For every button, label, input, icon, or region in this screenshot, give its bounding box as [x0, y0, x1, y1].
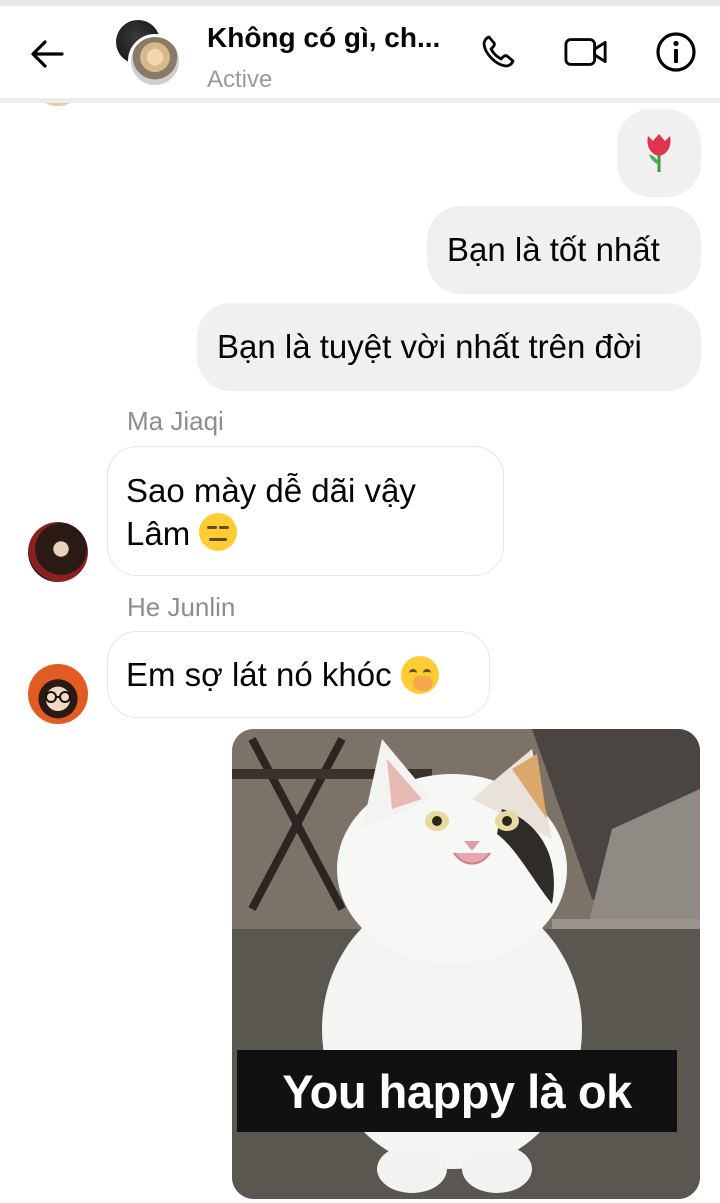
message-text: Bạn là tuyệt vời nhất trên đời	[217, 328, 642, 365]
phone-icon	[482, 35, 515, 68]
sender-name: He Junlin	[127, 592, 236, 622]
message-bubble-out[interactable]: Bạn là tuyệt vời nhất trên đời	[197, 303, 701, 391]
glasses-icon	[45, 691, 71, 703]
sender-avatar[interactable]	[28, 664, 88, 724]
back-button[interactable]	[22, 32, 72, 76]
group-avatar[interactable]	[116, 20, 182, 88]
message-bubble-emoji[interactable]	[617, 109, 701, 197]
active-status: Active	[207, 66, 273, 93]
video-call-button[interactable]	[564, 30, 608, 74]
chat-header: Không có gì, ch... Active	[0, 6, 720, 103]
sender-name: Ma Jiaqi	[127, 406, 224, 436]
info-icon	[656, 32, 696, 72]
message-text: Em sợ lát nó khóc	[126, 656, 392, 693]
info-button[interactable]	[654, 30, 698, 74]
back-arrow-icon	[31, 40, 64, 68]
message-bubble-in[interactable]: Em sợ lát nó khóc	[107, 631, 490, 718]
message-text-line: Lâm	[126, 512, 485, 555]
avatar	[128, 34, 182, 88]
message-bubble-out[interactable]: Bạn là tốt nhất	[427, 206, 701, 294]
message-text: Bạn là tốt nhất	[447, 231, 660, 268]
expressionless-face-icon	[199, 513, 238, 551]
call-button[interactable]	[476, 30, 520, 74]
message-text: Lâm	[126, 515, 191, 552]
sender-avatar[interactable]	[28, 522, 88, 582]
face-with-hand-over-mouth-icon	[400, 655, 439, 694]
message-text: Sao mày dễ dãi vậy	[126, 472, 416, 509]
video-camera-icon	[564, 38, 607, 66]
message-bubble-in[interactable]: Sao mày dễ dãi vậy Lâm	[107, 446, 504, 576]
tulip-icon	[647, 134, 671, 172]
chat-title[interactable]: Không có gì, ch...	[207, 22, 440, 54]
meme-caption: You happy là ok	[237, 1050, 677, 1132]
